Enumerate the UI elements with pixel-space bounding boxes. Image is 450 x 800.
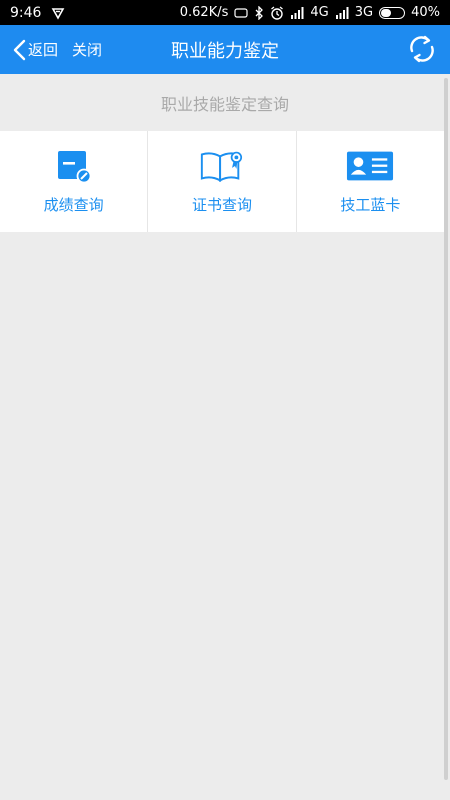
alarm-icon: [270, 5, 284, 20]
certificate-query-label: 证书查询: [191, 196, 252, 214]
signal-icon-2: [335, 6, 349, 19]
network-type-4g: 4G: [310, 5, 329, 20]
certificate-icon: [198, 148, 246, 184]
id-card-icon: [346, 148, 394, 184]
app-bar: 返回 关闭 职业能力鉴定: [0, 25, 450, 74]
bluetooth-icon: [254, 5, 264, 20]
score-icon: [50, 148, 98, 184]
signal-icon-1: [290, 6, 304, 19]
section-title: 职业技能鉴定查询: [160, 94, 289, 114]
scrollbar[interactable]: [444, 78, 448, 780]
network-speed: 0.62K/s: [179, 5, 229, 20]
chevron-left-icon: [13, 39, 26, 60]
blue-card-button[interactable]: 技工蓝卡: [297, 131, 444, 232]
close-button[interactable]: 关闭: [72, 39, 102, 60]
battery-percent: 40%: [411, 5, 440, 20]
page-title: 职业能力鉴定: [171, 40, 279, 62]
status-time: 9:46: [10, 4, 42, 21]
hd-icon: [234, 7, 248, 18]
refresh-icon: [410, 35, 434, 63]
status-bar: 9:46 0.62K/s 4G 3G 40%: [0, 0, 450, 25]
back-button[interactable]: 返回: [0, 39, 58, 61]
blue-card-label: 技工蓝卡: [340, 196, 401, 214]
back-label: 返回: [28, 41, 59, 59]
network-type-3g: 3G: [354, 5, 374, 20]
battery-icon: [379, 6, 406, 19]
notification-icon: [51, 6, 65, 20]
refresh-button[interactable]: [406, 33, 438, 65]
query-menu-grid: 成绩查询 证书查询 技工蓝卡: [0, 131, 444, 232]
score-query-button[interactable]: 成绩查询: [0, 131, 149, 232]
certificate-query-button[interactable]: 证书查询: [148, 131, 297, 232]
score-query-label: 成绩查询: [43, 196, 104, 214]
